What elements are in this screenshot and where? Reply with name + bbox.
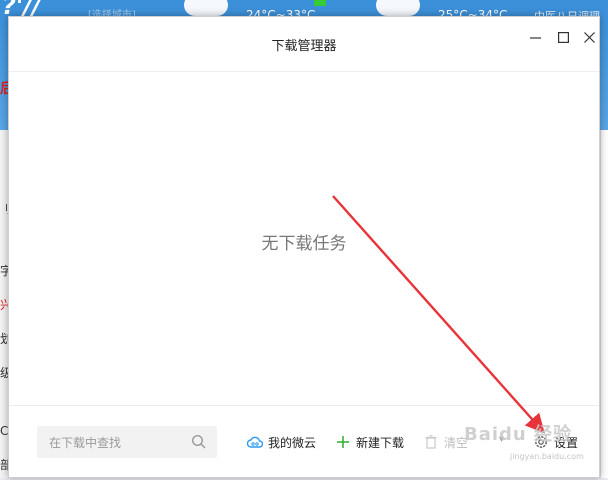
titlebar[interactable]: 下载管理器: [9, 17, 599, 71]
minimize-button[interactable]: [525, 27, 545, 47]
new-download-button[interactable]: 新建下载: [335, 432, 404, 452]
cloud-icon: [376, 0, 420, 16]
my-weiyun-button[interactable]: 我的微云: [247, 432, 316, 452]
watermark: Baidu 经验: [464, 424, 573, 445]
cloud-icon: [184, 0, 228, 16]
title-divider: [9, 71, 599, 72]
watermark-url: jingyan.baidu.com: [510, 452, 584, 461]
empty-state-message: 无下载任务: [261, 234, 347, 254]
maximize-icon: [557, 31, 569, 43]
air-quality-indicator: [314, 0, 326, 6]
close-icon: [583, 31, 595, 43]
search-input[interactable]: [47, 426, 191, 460]
cloud-icon: [247, 434, 263, 450]
maximize-button[interactable]: [553, 27, 573, 47]
background-right-strip: [600, 130, 608, 478]
plus-icon: [335, 434, 351, 450]
my-weiyun-label: 我的微云: [268, 435, 317, 450]
search-box[interactable]: [37, 426, 217, 460]
search-icon[interactable]: [191, 434, 207, 450]
dialog-title: 下载管理器: [271, 39, 337, 54]
minimize-icon: [529, 36, 541, 39]
new-download-label: 新建下载: [356, 435, 405, 450]
close-button[interactable]: [579, 27, 599, 47]
clear-button[interactable]: 清空: [423, 432, 468, 452]
download-manager-dialog: 下载管理器 无下载任务 在下载中查找 我的微云 新建下载 清空 ▾ 设置: [8, 16, 600, 478]
trash-icon: [423, 434, 439, 450]
